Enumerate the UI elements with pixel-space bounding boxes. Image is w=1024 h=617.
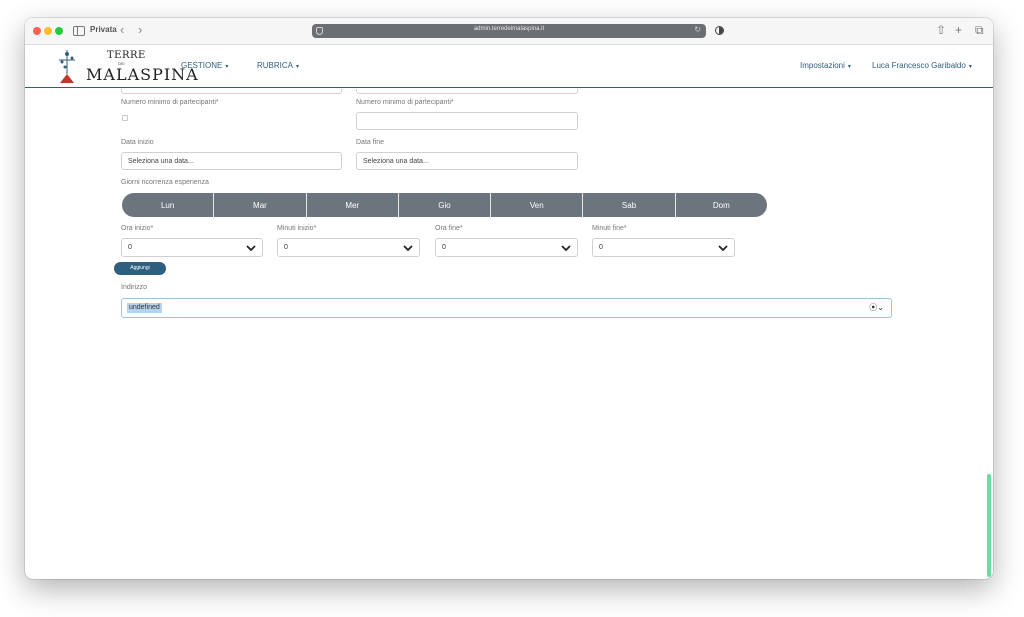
day-button-sab[interactable]: Sab xyxy=(583,193,676,217)
recurrence-label: Giorni ricorrenza esperienza xyxy=(121,179,209,186)
address-autofill-icon[interactable]: ⦿⌄ xyxy=(869,302,884,313)
caret-down-icon: ▾ xyxy=(225,64,229,70)
scrolled-input-right[interactable] xyxy=(356,89,578,94)
nav-impostazioni[interactable]: Impostazioni ▾ xyxy=(800,61,851,70)
day-button-mar[interactable]: Mar xyxy=(214,193,307,217)
browser-toolbar: Privata ‹ › admin.terredeimalaspina.it ↻… xyxy=(25,18,993,45)
minuti-fine-label: Minuti fine* xyxy=(592,225,627,232)
tab-overview-icon[interactable]: ⧉ xyxy=(975,23,984,37)
end-date-placeholder: Seleziona una data... xyxy=(363,158,429,165)
minimize-window-button[interactable] xyxy=(44,27,52,35)
day-button-ven[interactable]: Ven xyxy=(491,193,584,217)
user-name-label: Luca Francesco Garibaldo xyxy=(872,61,966,70)
day-button-mer[interactable]: Mer xyxy=(307,193,399,217)
min-participants-right-label: Numero minimo di partecipanti* xyxy=(356,99,454,106)
ora-inizio-label: Ora inizio* xyxy=(121,225,154,232)
address-value: undefined xyxy=(127,303,162,313)
ora-inizio-value: 0 xyxy=(128,244,132,251)
malaspina-logo-icon[interactable] xyxy=(57,48,77,84)
chevron-down-icon xyxy=(561,245,571,252)
address-input[interactable]: undefined ⦿⌄ xyxy=(121,298,892,318)
url-text: admin.terredeimalaspina.it xyxy=(473,26,545,32)
user-menu[interactable]: Luca Francesco Garibaldo ▾ xyxy=(872,61,972,70)
browser-window: Privata ‹ › admin.terredeimalaspina.it ↻… xyxy=(25,18,993,579)
add-button[interactable]: Aggiungi xyxy=(114,262,166,275)
caret-down-icon: ▾ xyxy=(968,64,972,70)
app-header: TERRE DEI MALASPINA GESTIONE ▾ RUBRICA ▾ I… xyxy=(25,45,993,88)
day-button-lun[interactable]: Lun xyxy=(122,193,215,217)
day-button-gio[interactable]: Gio xyxy=(399,193,492,217)
address-bar[interactable]: admin.terredeimalaspina.it ↻ xyxy=(312,24,706,38)
nav-gestione-label: GESTIONE xyxy=(181,61,223,70)
forward-icon[interactable]: › xyxy=(138,22,142,38)
nav-rubrica[interactable]: RUBRICA ▾ xyxy=(257,61,299,70)
caret-down-icon: ▾ xyxy=(296,64,300,70)
nav-impostazioni-label: Impostazioni xyxy=(800,61,845,70)
chevron-down-icon xyxy=(246,245,256,252)
start-date-input[interactable]: Seleziona una data... xyxy=(121,152,342,170)
nav-rubrica-label: RUBRICA xyxy=(257,61,294,70)
sidebar-toggle-icon[interactable] xyxy=(73,26,85,36)
ora-fine-select[interactable]: 0 xyxy=(435,238,578,257)
chevron-down-icon xyxy=(718,245,728,252)
ora-fine-value: 0 xyxy=(442,244,446,251)
address-label: Indirizzo xyxy=(121,284,148,291)
start-date-placeholder: Seleziona una data... xyxy=(128,158,194,165)
brand-title-top: TERRE xyxy=(107,50,146,61)
minuti-inizio-select[interactable]: 0 xyxy=(277,238,420,257)
end-date-input[interactable]: Seleziona una data... xyxy=(356,152,578,170)
maximize-window-button[interactable] xyxy=(55,27,63,35)
nav-gestione[interactable]: GESTIONE ▾ xyxy=(181,61,228,70)
chevron-down-icon xyxy=(403,245,413,252)
reload-icon[interactable]: ↻ xyxy=(694,25,701,34)
ora-inizio-select[interactable]: 0 xyxy=(121,238,263,257)
private-mode-label: Privata xyxy=(90,25,117,34)
back-icon[interactable]: ‹ xyxy=(120,22,124,38)
privacy-report-icon[interactable] xyxy=(715,26,724,35)
ora-fine-label: Ora fine* xyxy=(435,225,463,232)
close-window-button[interactable] xyxy=(33,27,41,35)
min-participants-input[interactable] xyxy=(356,112,578,130)
minuti-fine-select[interactable]: 0 xyxy=(592,238,735,257)
min-participants-checkbox[interactable] xyxy=(122,115,128,121)
scrollbar-thumb[interactable] xyxy=(987,474,991,577)
minuti-fine-value: 0 xyxy=(599,244,603,251)
start-date-label: Data inizio xyxy=(121,139,154,146)
end-date-label: Data fine xyxy=(356,139,385,146)
recurrence-day-group: Lun Mar Mer Gio Ven Sab Dom xyxy=(122,193,767,217)
new-tab-icon[interactable]: + xyxy=(955,23,962,37)
caret-down-icon: ▾ xyxy=(847,64,851,70)
minuti-inizio-label: Minuti inizio* xyxy=(277,225,317,232)
day-button-dom[interactable]: Dom xyxy=(676,193,767,217)
scrolled-input-left[interactable] xyxy=(121,89,342,94)
share-icon[interactable]: ⇧ xyxy=(936,23,946,37)
min-participants-left-label: Numero minimo di partecipanti* xyxy=(121,99,219,106)
minuti-inizio-value: 0 xyxy=(284,244,288,251)
